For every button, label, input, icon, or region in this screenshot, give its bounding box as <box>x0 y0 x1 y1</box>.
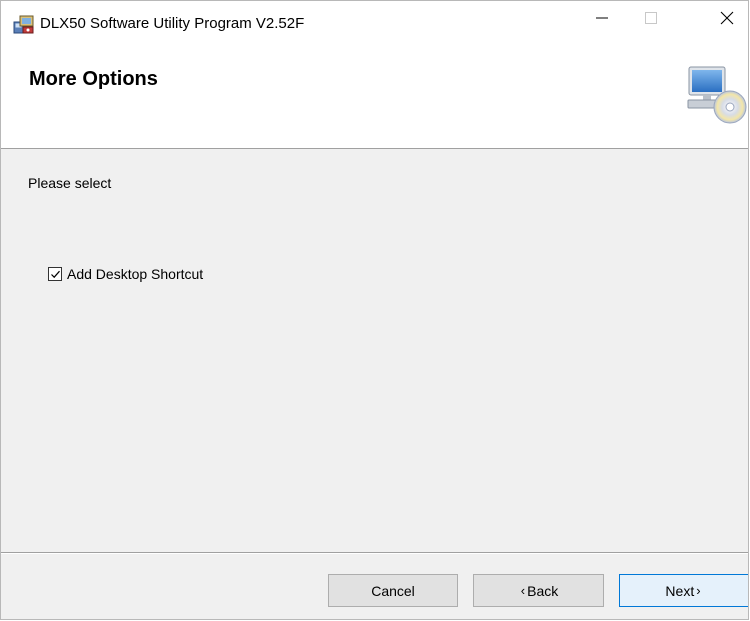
title-bar[interactable]: DLX50 Software Utility Program V2.52F <box>1 1 748 47</box>
desktop-shortcut-label: Add Desktop Shortcut <box>67 266 204 282</box>
desktop-shortcut-option[interactable]: Add Desktop Shortcut <box>48 266 203 282</box>
computer-cd-icon <box>684 63 748 129</box>
next-label: Next <box>665 582 695 599</box>
installer-window: DLX50 Software Utility Program V2.52F Mo… <box>0 0 749 620</box>
checkmark-icon <box>50 270 60 278</box>
header-banner: More Options <box>1 47 748 149</box>
window-title: DLX50 Software Utility Program V2.52F <box>40 15 305 32</box>
minimize-button[interactable] <box>579 1 625 35</box>
back-button[interactable]: ‹ Back <box>473 574 604 607</box>
cancel-label: Cancel <box>371 582 415 599</box>
cancel-button[interactable]: Cancel <box>328 574 458 607</box>
maximize-button[interactable] <box>628 1 674 35</box>
footer-divider <box>1 552 748 554</box>
next-button[interactable]: Next › <box>619 574 748 607</box>
page-title: More Options <box>29 68 158 90</box>
close-button[interactable] <box>704 1 748 35</box>
close-icon <box>720 11 734 25</box>
desktop-shortcut-checkbox[interactable] <box>48 267 62 281</box>
maximize-icon <box>645 12 657 24</box>
installer-icon <box>13 13 35 35</box>
select-prompt: Please select <box>28 175 112 191</box>
chevron-left-icon: ‹ <box>520 583 526 598</box>
chevron-right-icon: › <box>696 583 701 598</box>
back-label: Back <box>527 582 559 599</box>
minimize-icon <box>596 17 608 19</box>
